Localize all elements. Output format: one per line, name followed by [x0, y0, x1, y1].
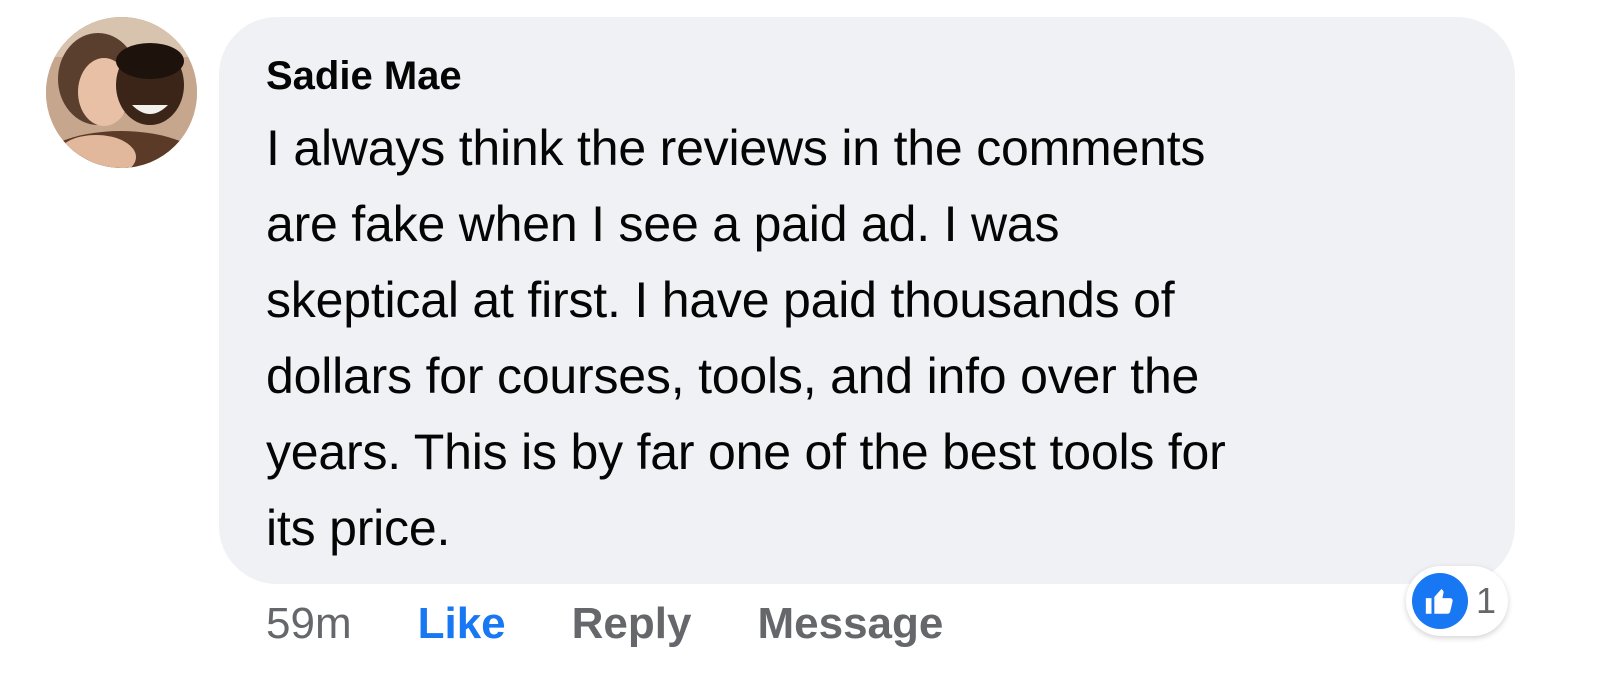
like-button[interactable]: Like — [418, 596, 506, 652]
comment-actions: 59m Like Reply Message — [266, 596, 943, 652]
comment-text-line: skeptical at first. I have paid thousand… — [266, 272, 1175, 328]
comment-text-line: its price. — [266, 500, 451, 556]
comment-text: I always think the reviews in the commen… — [266, 110, 1486, 566]
avatar-photo — [46, 17, 197, 168]
reaction-summary[interactable]: 1 — [1406, 566, 1509, 636]
comment-text-line: are fake when I see a paid ad. I was — [266, 196, 1060, 252]
thumbs-up-icon — [1412, 573, 1468, 629]
message-button[interactable]: Message — [757, 596, 943, 652]
comment-item: Sadie Mae I always think the reviews in … — [0, 0, 1600, 679]
comment-timestamp[interactable]: 59m — [266, 596, 352, 652]
reply-button[interactable]: Reply — [572, 596, 692, 652]
comment-author[interactable]: Sadie Mae — [266, 52, 462, 100]
comment-text-line: dollars for courses, tools, and info ove… — [266, 348, 1200, 404]
comment-text-line: I always think the reviews in the commen… — [266, 120, 1206, 176]
comment-text-line: years. This is by far one of the best to… — [266, 424, 1226, 480]
avatar[interactable] — [46, 17, 197, 168]
reaction-count: 1 — [1476, 580, 1497, 621]
